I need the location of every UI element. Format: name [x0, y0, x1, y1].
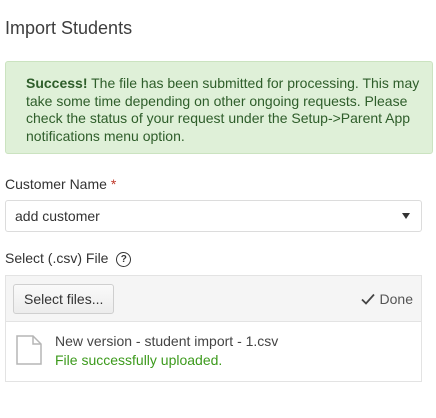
- file-select-label: Select (.csv) File ?: [5, 250, 132, 267]
- caret-down-icon: [402, 213, 410, 219]
- file-icon: [16, 335, 42, 365]
- select-files-button[interactable]: Select files...: [13, 284, 115, 314]
- help-icon[interactable]: ?: [116, 251, 132, 267]
- alert-strong-text: Success!: [26, 75, 88, 91]
- customer-name-label-text: Customer Name: [5, 176, 107, 192]
- upload-done-status: Done: [360, 291, 413, 307]
- customer-select[interactable]: add customer: [5, 200, 422, 232]
- customer-name-label: Customer Name *: [5, 176, 116, 192]
- upload-status-text: File successfully uploaded.: [55, 352, 223, 368]
- upload-toolbar: Select files... Done: [6, 276, 421, 322]
- uploaded-file-row: New version - student import - 1.csv Fil…: [6, 322, 421, 382]
- done-label: Done: [379, 291, 413, 307]
- page-title: Import Students: [5, 18, 133, 38]
- customer-select-value: add customer: [15, 208, 100, 224]
- success-alert: Success! The file has been submitted for…: [5, 61, 433, 154]
- file-select-label-text: Select (.csv) File: [5, 250, 109, 266]
- uploaded-file-name: New version - student import - 1.csv: [55, 333, 279, 349]
- checkmark-icon: [360, 293, 375, 305]
- file-upload-widget: Select files... Done New version - stude…: [5, 275, 422, 382]
- required-marker: *: [110, 176, 117, 192]
